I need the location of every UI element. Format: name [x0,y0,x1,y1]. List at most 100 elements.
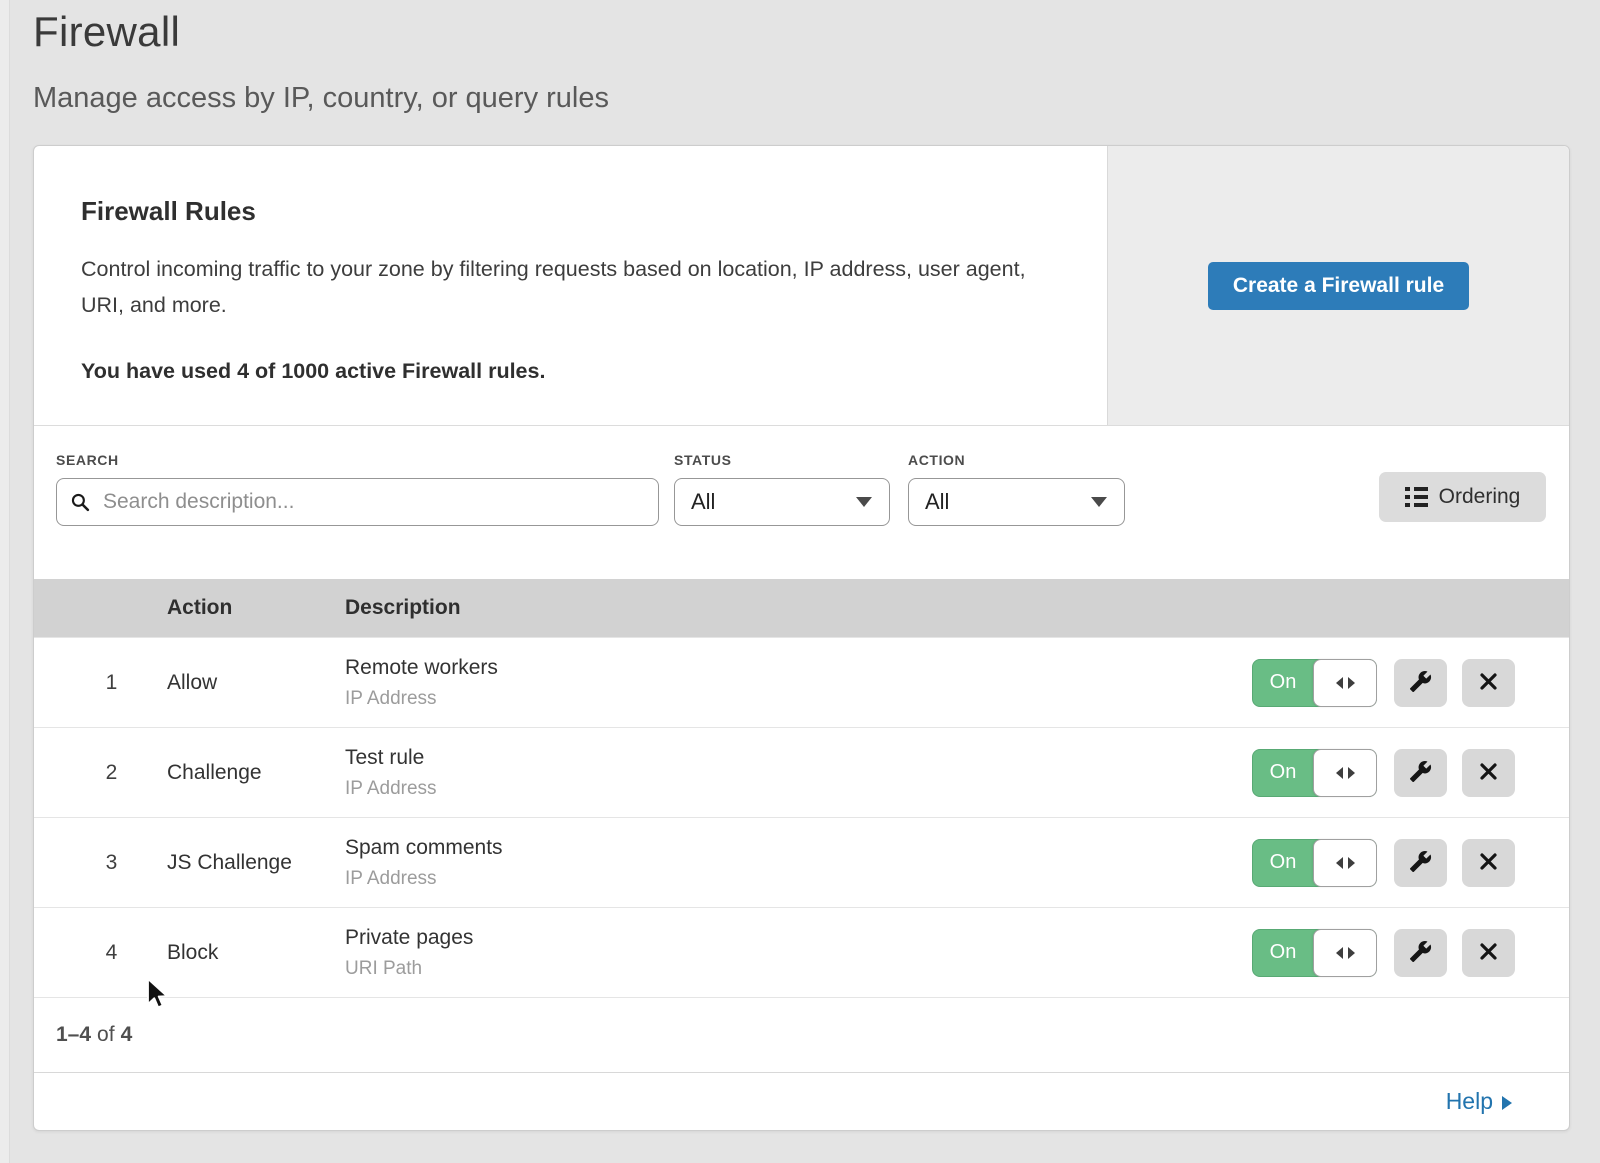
rule-description: Test rule [345,746,1252,770]
delete-rule-button[interactable] [1462,749,1515,797]
toggle-arrows-icon [1348,857,1355,869]
edit-rule-button[interactable] [1394,749,1447,797]
toggle-arrows-icon [1348,767,1355,779]
rule-controls: On [1252,839,1569,887]
action-filter-group: ACTION All [908,452,1125,579]
status-select-value: All [691,489,715,515]
table-row: 4 Block Private pages URI Path On [34,907,1569,997]
page-subtitle: Manage access by IP, country, or query r… [33,82,1600,115]
page-title: Firewall [33,8,1600,56]
delete-rule-button[interactable] [1462,929,1515,977]
edit-rule-button[interactable] [1394,659,1447,707]
toggle-arrows-icon [1336,857,1343,869]
firewall-rules-panel: Firewall Rules Control incoming traffic … [33,145,1570,1131]
rule-match-type: IP Address [345,868,1252,890]
rule-enabled-toggle[interactable]: On [1252,749,1377,797]
status-select[interactable]: All [674,478,890,526]
search-icon [70,492,91,518]
column-header-description: Description [345,596,1569,620]
toggle-handle[interactable] [1313,929,1377,977]
delete-rule-button[interactable] [1462,839,1515,887]
create-firewall-rule-button[interactable]: Create a Firewall rule [1208,262,1469,310]
pagination-of: of [97,1023,115,1047]
close-icon [1478,851,1499,875]
wrench-icon [1409,670,1432,696]
rule-action: Challenge [167,761,345,785]
pagination: 1–4 of 4 [34,997,1569,1072]
edit-rule-button[interactable] [1394,839,1447,887]
pagination-range: 1–4 [56,1023,91,1047]
search-filter-group: SEARCH [56,452,659,579]
close-icon [1478,671,1499,695]
toggle-arrows-icon [1348,677,1355,689]
rule-description: Remote workers [345,656,1252,680]
edit-rule-button[interactable] [1394,929,1447,977]
rule-match-type: IP Address [345,688,1252,710]
rule-controls: On [1252,659,1569,707]
action-label: ACTION [908,452,1125,468]
list-icon [1405,487,1428,507]
toggle-handle[interactable] [1313,659,1377,707]
toggle-handle[interactable] [1313,749,1377,797]
rule-match-type: IP Address [345,778,1252,800]
rule-priority: 1 [34,671,167,695]
rule-enabled-toggle[interactable]: On [1252,659,1377,707]
chevron-down-icon [1091,497,1107,507]
help-row: Help [34,1072,1569,1130]
rule-match-type: URI Path [345,958,1252,980]
action-select[interactable]: All [908,478,1125,526]
help-link-label: Help [1446,1088,1493,1115]
rule-description-cell: Test rule IP Address [345,746,1252,800]
toggle-handle[interactable] [1313,839,1377,887]
close-icon [1478,941,1499,965]
firewall-rules-card: Firewall Rules Control incoming traffic … [34,146,1569,426]
toggle-arrows-icon [1336,677,1343,689]
toggle-state-label: On [1252,659,1314,707]
toggle-arrows-icon [1336,947,1343,959]
status-label: STATUS [674,452,890,468]
rule-enabled-toggle[interactable]: On [1252,839,1377,887]
ordering-button-label: Ordering [1439,485,1521,509]
rule-controls: On [1252,749,1569,797]
rule-description-cell: Private pages URI Path [345,926,1252,980]
rule-priority: 4 [34,941,167,965]
search-input[interactable] [56,478,659,526]
chevron-down-icon [856,497,872,507]
search-box [56,478,659,526]
table-row: 1 Allow Remote workers IP Address On [34,637,1569,727]
filters-bar: SEARCH STATUS All ACTION All [34,426,1569,579]
toggle-state-label: On [1252,749,1314,797]
close-icon [1478,761,1499,785]
table-row: 2 Challenge Test rule IP Address On [34,727,1569,817]
rule-action: Block [167,941,345,965]
column-header-action: Action [167,596,345,620]
window-edge [0,0,10,1163]
card-text-section: Firewall Rules Control incoming traffic … [34,146,1107,425]
rule-description: Spam comments [345,836,1252,860]
page-header: Firewall Manage access by IP, country, o… [0,0,1600,115]
ordering-button[interactable]: Ordering [1379,472,1546,522]
help-link[interactable]: Help [1446,1088,1512,1115]
wrench-icon [1409,760,1432,786]
rule-action: Allow [167,671,345,695]
table-header: Action Description [34,579,1569,637]
status-filter-group: STATUS All [674,452,890,579]
wrench-icon [1409,940,1432,966]
rule-controls: On [1252,929,1569,977]
wrench-icon [1409,850,1432,876]
arrow-right-icon [1502,1096,1512,1110]
toggle-state-label: On [1252,929,1314,977]
toggle-state-label: On [1252,839,1314,887]
table-row: 3 JS Challenge Spam comments IP Address … [34,817,1569,907]
rule-action: JS Challenge [167,851,345,875]
delete-rule-button[interactable] [1462,659,1515,707]
card-action-section: Create a Firewall rule [1107,146,1569,425]
rules-usage-text: You have used 4 of 1000 active Firewall … [81,359,1077,384]
pagination-total: 4 [121,1023,133,1047]
toggle-arrows-icon [1336,767,1343,779]
rule-enabled-toggle[interactable]: On [1252,929,1377,977]
card-description: Control incoming traffic to your zone by… [81,251,1031,323]
rule-description-cell: Remote workers IP Address [345,656,1252,710]
card-title: Firewall Rules [81,196,1077,227]
toggle-arrows-icon [1348,947,1355,959]
